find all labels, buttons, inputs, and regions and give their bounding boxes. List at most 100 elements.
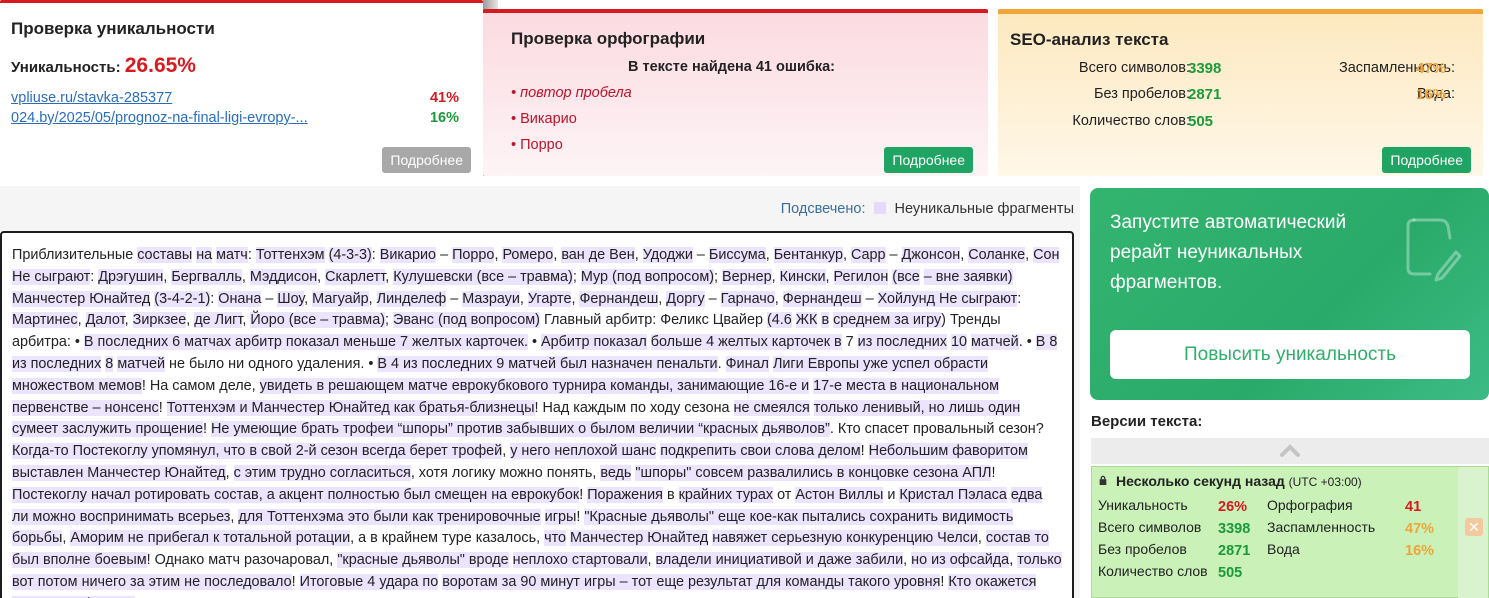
text-fragment: , [225,464,234,481]
text-fragment: ! [158,399,167,416]
non-unique-fragment: Фернандеш [782,290,862,307]
text-fragment [325,247,329,263]
non-unique-fragment: Тоттенхэм [255,247,325,263]
non-unique-fragment: крайних турах [678,486,774,503]
text-fragment: , [771,268,780,285]
non-unique-fragment: Постекоглу начал ротировать состав, а ак… [12,486,580,503]
source-list: vpliuse.ru/stavka-285377 41% 024.by/2025… [11,90,471,130]
text-fragment: , [960,247,969,263]
text-fragment: ! Однако матч разочаровал, [146,552,338,569]
text-fragment: , [519,290,528,307]
version-spam-label: Заспамленность [1267,519,1376,535]
source-row: 024.by/2025/05/prognoz-na-final-ligi-evr… [11,110,471,130]
chevron-up-icon [1280,444,1300,457]
text-fragment: : [1017,290,1022,307]
text-fragment: , [385,268,394,285]
text-fragment: . [717,355,726,372]
legend-label: Подсвечено: [780,201,866,217]
non-unique-fragment: В 8 [1035,334,1058,351]
increase-uniqueness-button[interactable]: Повысить уникальность [1110,330,1470,379]
non-unique-fragment: с этим трудно согласиться [233,464,411,481]
version-nospace-label: Без пробелов [1098,541,1187,557]
error-item[interactable]: • повтор пробела [511,85,976,111]
text-fragment: , [647,552,656,569]
text-fragment: , хотя логику можно понять, [410,464,601,481]
non-unique-fragment: Дрэгушин [98,268,164,285]
non-unique-fragment: Эванс (под вопросом) [393,312,540,329]
spelling-more-button[interactable]: Подробнее [884,147,973,173]
text-fragment: , [77,312,86,329]
non-unique-fragment: неплохо стартовали [512,552,648,569]
non-unique-fragment: Кристал Пэласа [899,486,1007,503]
seo-more-button[interactable]: Подробнее [1382,147,1471,173]
text-fragment: , [634,247,643,263]
total-chars-label: Всего символов: [1078,60,1190,76]
text-fragment: : [371,247,380,263]
text-fragment: . Кто спасет провальный сезон? [829,421,1044,438]
no-spaces-value: 2871 [1188,86,1222,103]
version-side-panel: ✕ [1458,467,1488,598]
source-link[interactable]: 024.by/2025/05/prognoz-na-final-ligi-evr… [11,110,308,126]
version-water-value: 16% [1405,543,1435,559]
uniqueness-card: Проверка уникальности Уникальность: 26.6… [0,0,483,176]
non-unique-fragment: Тоттенхэм и Манчестер Юнайтед как братья… [166,399,535,416]
text-fragment: , [368,290,377,307]
version-words-value: 505 [1218,565,1243,581]
non-unique-fragment: Астон Виллы [795,486,884,503]
text-fragment: ! [579,486,588,503]
non-unique-fragment: Зиркзее [132,312,187,329]
source-link[interactable]: vpliuse.ru/stavka-285377 [11,90,172,106]
non-unique-fragment: Угарте [527,290,572,307]
legend-swatch [873,202,886,214]
text-fragment: • [527,334,541,351]
version-chars-label: Всего символов [1098,519,1202,535]
text-fragment: 7 [845,334,854,351]
non-unique-fragment: подкрепить свои слова делом [660,443,861,460]
versions-title: Версии текста: [1091,413,1203,430]
non-unique-fragment: ЖК [795,312,818,329]
text-fragment: , [1025,247,1034,263]
lock-icon [1099,475,1107,485]
non-unique-fragment: Арбитр показал [541,334,647,351]
text-fragment: , [317,268,326,285]
text-fragment: от [773,486,796,503]
close-icon[interactable]: ✕ [1465,518,1483,536]
text-fragment: – [861,290,878,307]
text-fragment: ; [714,268,723,285]
non-unique-fragment: не смеялся [733,399,810,416]
non-unique-fragment: среднем за игру [833,312,942,329]
non-unique-fragment: Гарначо [720,290,775,307]
non-unique-fragment: де Лигт [194,312,243,329]
version-item[interactable]: Несколько секунд назад (UTC +03:00) Уник… [1091,466,1489,598]
non-unique-fragment: Мазрауи [462,290,520,307]
non-unique-fragment: (4.6 [766,312,792,329]
text-fragment: – [704,290,721,307]
text-fragment: , [124,312,133,329]
text-fragment: ! [291,573,300,590]
non-unique-fragment: Мэддисон [249,268,318,285]
source-row: vpliuse.ru/stavka-285377 41% [11,90,471,110]
text-fragment: , [765,247,774,263]
non-unique-fragment: что [544,530,567,547]
document-edit-icon [1406,218,1462,282]
non-unique-fragment: Онана [218,290,262,307]
text-fragment: в [662,486,679,503]
water-value: 16% [1416,86,1447,103]
text-fragment: – [261,290,278,307]
error-item[interactable]: • Викарио [511,111,976,137]
legend-text: Неуникальные фрагменты [894,201,1074,217]
non-unique-fragment: увидеть в решающем матче еврокубкового т… [259,377,810,394]
versions-scroll-up[interactable] [1091,438,1489,464]
highlight-legend: Подсвечено: Неуникальные фрагменты [781,201,1074,217]
non-unique-fragment: (все [892,268,920,285]
non-unique-fragment: из последних [12,355,102,372]
checked-text[interactable]: Приблизительные составы на матч: Тоттенх… [0,231,1074,598]
spelling-summary: В тексте найдена 41 ошибка: [628,59,835,75]
uniqueness-more-button[interactable]: Подробнее [382,147,471,173]
non-unique-fragment: (4-3-3) [328,247,372,263]
text-fragment: ! На самом деле, [141,377,260,394]
version-nospace-value: 2871 [1218,543,1251,559]
non-unique-fragment: В последних 6 матчах арбитр показал мень… [83,334,528,351]
non-unique-fragment: у него неплохой шанс [510,443,657,460]
non-unique-fragment: Далот [85,312,125,329]
